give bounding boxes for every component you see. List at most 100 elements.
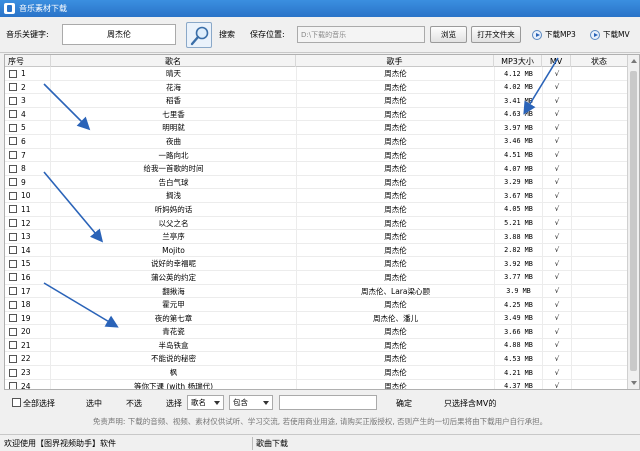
table-row[interactable]: 20 青花瓷 周杰伦 3.66 MB √ bbox=[5, 325, 628, 339]
deselect-button[interactable]: 不选 bbox=[126, 398, 142, 409]
checkbox-box[interactable] bbox=[8, 69, 17, 78]
table-row[interactable]: 23 枫周杰伦 4.21 MB √ bbox=[5, 366, 628, 380]
table-row[interactable]: 4 七里香 周杰伦 4.63 MB √ bbox=[5, 107, 628, 122]
checkbox-box[interactable] bbox=[8, 178, 17, 187]
checkbox-box[interactable] bbox=[8, 259, 17, 268]
download-mp3-button[interactable]: 下载MP3 bbox=[532, 26, 576, 43]
row-checkbox[interactable] bbox=[8, 257, 17, 270]
table-row[interactable]: 24 等你下课 (with 杨瑞代) 周杰伦 4.37 MB √ bbox=[5, 379, 628, 389]
checkbox-box[interactable] bbox=[8, 164, 17, 173]
table-row[interactable]: 13 兰亭序 周杰伦 3.88 MB √ bbox=[5, 230, 628, 244]
table-row[interactable]: 3 稻香 周杰伦 3.41 MB √ bbox=[5, 94, 628, 108]
select-button[interactable]: 选中 bbox=[86, 398, 102, 409]
header-index[interactable]: 序号 bbox=[5, 55, 27, 67]
table-row[interactable]: 11 听妈妈的话 周杰伦 4.05 MB √ bbox=[5, 202, 628, 217]
table-row[interactable]: 12 以父之名 周杰伦 5.21 MB √ bbox=[5, 216, 628, 231]
select-all-label[interactable]: 全部选择 bbox=[23, 398, 55, 409]
table-row[interactable]: 2 花海 周杰伦 4.02 MB √ bbox=[5, 80, 628, 95]
checkbox-box[interactable] bbox=[8, 232, 17, 241]
row-checkbox[interactable] bbox=[8, 203, 17, 216]
checkbox-box[interactable] bbox=[8, 327, 17, 336]
table-row[interactable]: 14 Mojito 周杰伦 2.82 MB √ bbox=[5, 243, 628, 258]
search-button[interactable] bbox=[186, 22, 212, 48]
row-checkbox[interactable] bbox=[8, 162, 17, 175]
row-checkbox[interactable] bbox=[8, 135, 17, 148]
table-row[interactable]: 16 蒲公英的约定 周杰伦 3.77 MB √ bbox=[5, 270, 628, 285]
row-checkbox[interactable] bbox=[8, 380, 17, 389]
scroll-up-icon[interactable] bbox=[631, 59, 637, 63]
music-app-icon bbox=[4, 3, 15, 14]
row-checkbox[interactable] bbox=[8, 325, 17, 338]
table-row[interactable]: 8 给我一首歌的时间 周杰伦 4.07 MB √ bbox=[5, 162, 628, 176]
checkbox-box[interactable] bbox=[8, 382, 17, 389]
header-mv[interactable]: MV bbox=[542, 55, 571, 67]
table-row[interactable]: 7 一路向北 周杰伦 4.51 MB √ bbox=[5, 148, 628, 163]
row-checkbox[interactable] bbox=[8, 230, 17, 243]
table-row[interactable]: 6 夜曲 周杰伦 3.46 MB √ bbox=[5, 134, 628, 149]
only-mv-button[interactable]: 只选择含MV的 bbox=[444, 398, 496, 409]
checkbox-box[interactable] bbox=[8, 83, 17, 92]
checkbox-box[interactable] bbox=[8, 151, 17, 160]
header-song[interactable]: 歌名 bbox=[50, 55, 296, 67]
row-checkbox[interactable] bbox=[8, 108, 17, 121]
toolbar: 音乐关键字: 周杰伦 搜索 保存位置: D:\下载的音乐 浏览 打开文件夹 下载… bbox=[0, 17, 640, 53]
checkbox-box[interactable] bbox=[8, 368, 17, 377]
vertical-scrollbar[interactable] bbox=[627, 55, 639, 389]
checkbox-box[interactable] bbox=[8, 354, 17, 363]
checkbox-box[interactable] bbox=[8, 246, 17, 255]
confirm-button[interactable]: 确定 bbox=[396, 398, 412, 409]
open-folder-button[interactable]: 打开文件夹 bbox=[471, 26, 521, 43]
table-row[interactable]: 9 告白气球 周杰伦 3.29 MB √ bbox=[5, 175, 628, 190]
header-status[interactable]: 状态 bbox=[571, 55, 628, 67]
row-checkbox[interactable] bbox=[8, 149, 17, 162]
row-checkbox[interactable] bbox=[8, 285, 17, 298]
row-checkbox[interactable] bbox=[8, 298, 17, 311]
table-row[interactable]: 18 霍元甲 周杰伦 4.25 MB √ bbox=[5, 298, 628, 312]
row-checkbox[interactable] bbox=[8, 217, 17, 230]
browse-button[interactable]: 浏览 bbox=[430, 26, 467, 43]
checkbox-box[interactable] bbox=[8, 341, 17, 350]
checkbox-box[interactable] bbox=[8, 137, 17, 146]
table-row[interactable]: 1 晴天 周杰伦 4.12 MB √ bbox=[5, 67, 628, 81]
checkbox-box[interactable] bbox=[8, 123, 17, 132]
row-checkbox[interactable] bbox=[8, 189, 17, 202]
checkbox-box[interactable] bbox=[8, 96, 17, 105]
row-checkbox[interactable] bbox=[8, 352, 17, 365]
row-checkbox[interactable] bbox=[8, 312, 17, 325]
save-path-field[interactable]: D:\下载的音乐 bbox=[297, 26, 425, 43]
checkbox-box[interactable] bbox=[8, 219, 17, 228]
row-checkbox[interactable] bbox=[8, 94, 17, 107]
header-singer[interactable]: 歌手 bbox=[296, 55, 494, 67]
checkbox-box[interactable] bbox=[8, 110, 17, 119]
table-row[interactable]: 22 不能说的秘密 周杰伦 4.53 MB √ bbox=[5, 352, 628, 367]
checkbox-box[interactable] bbox=[8, 314, 17, 323]
checkbox-box[interactable] bbox=[8, 191, 17, 200]
field-select[interactable]: 歌名 bbox=[187, 395, 224, 410]
checkbox-box[interactable] bbox=[8, 273, 17, 282]
match-select[interactable]: 包含 bbox=[229, 395, 273, 410]
table-row[interactable]: 10 搁浅 周杰伦 3.67 MB √ bbox=[5, 189, 628, 203]
download-mv-button[interactable]: 下载MV bbox=[590, 26, 630, 43]
keyword-input[interactable]: 周杰伦 bbox=[62, 24, 176, 45]
row-checkbox[interactable] bbox=[8, 67, 17, 80]
table-row[interactable]: 5 明明就 周杰伦 3.97 MB √ bbox=[5, 121, 628, 135]
row-checkbox[interactable] bbox=[8, 244, 17, 257]
row-checkbox[interactable] bbox=[8, 81, 17, 94]
select-all-checkbox[interactable] bbox=[12, 398, 21, 407]
table-row[interactable]: 19 夜的第七章 周杰伦、潘儿 3.49 MB √ bbox=[5, 311, 628, 326]
row-checkbox[interactable] bbox=[8, 366, 17, 379]
filter-text-input[interactable] bbox=[279, 395, 377, 410]
header-size[interactable]: MP3大小 bbox=[494, 55, 542, 67]
table-row[interactable]: 21 半岛铁盒 周杰伦 4.88 MB √ bbox=[5, 338, 628, 353]
table-row[interactable]: 15 说好的幸福呢 周杰伦 3.92 MB √ bbox=[5, 257, 628, 271]
checkbox-box[interactable] bbox=[8, 205, 17, 214]
checkbox-box[interactable] bbox=[8, 287, 17, 295]
row-checkbox[interactable] bbox=[8, 271, 17, 284]
row-checkbox[interactable] bbox=[8, 121, 17, 134]
row-checkbox[interactable] bbox=[8, 176, 17, 189]
table-row[interactable]: 17 翻揪海 周杰伦、Lara梁心颐 3.9 MB √ bbox=[5, 284, 628, 299]
row-checkbox[interactable] bbox=[8, 339, 17, 352]
checkbox-box[interactable] bbox=[8, 300, 17, 309]
scroll-thumb[interactable] bbox=[630, 71, 637, 371]
scroll-down-icon[interactable] bbox=[631, 381, 637, 385]
